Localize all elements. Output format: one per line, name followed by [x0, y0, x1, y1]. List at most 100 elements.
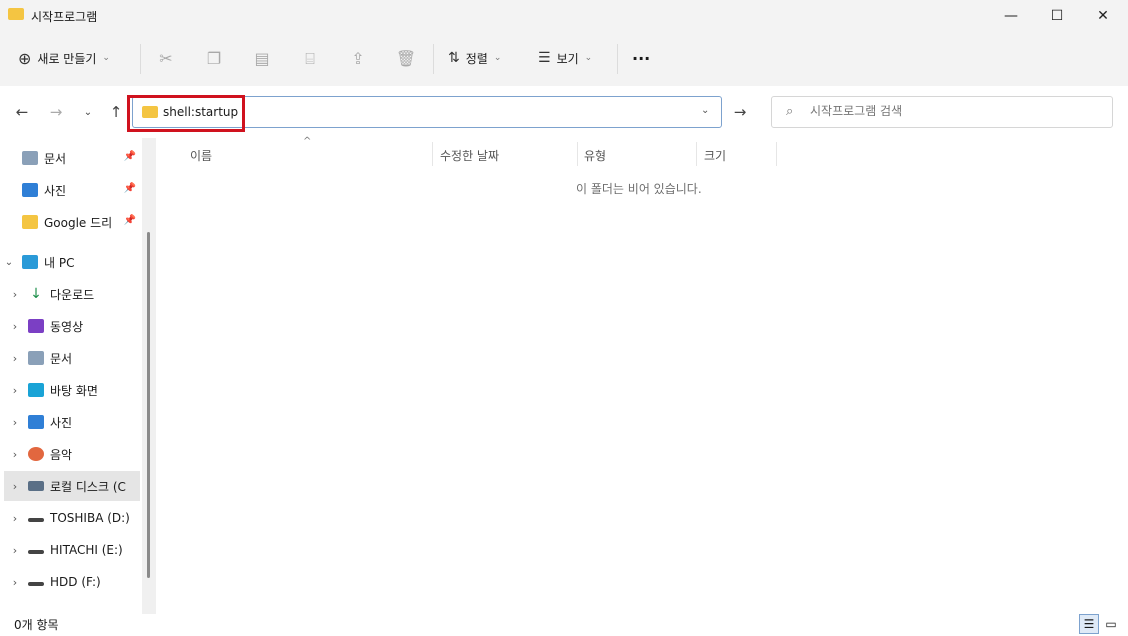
empty-folder-message: 이 폴더는 비어 있습니다. [576, 182, 702, 196]
share-icon[interactable]: ⇪ [346, 49, 370, 68]
sidebar-item-documents-pinned[interactable]: 문서 📌 [0, 143, 140, 173]
chevron-right-icon[interactable]: › [0, 448, 24, 461]
picture-icon [28, 415, 44, 429]
chevron-right-icon[interactable]: › [4, 480, 24, 493]
minimize-button[interactable]: — [988, 0, 1034, 32]
back-arrow-icon[interactable]: ← [10, 100, 34, 124]
pin-icon: 📌 [123, 215, 136, 226]
chevron-right-icon[interactable]: › [0, 544, 24, 557]
toolbar-divider [617, 44, 618, 74]
sidebar-item-label: 사진 [44, 183, 67, 198]
sidebar-item-google-drive[interactable]: Google 드리 📌 [0, 207, 140, 237]
close-button[interactable]: ✕ [1080, 0, 1126, 32]
column-divider[interactable] [776, 142, 777, 166]
drive-icon [28, 518, 44, 522]
details-view-icon[interactable]: ☰ [1079, 614, 1099, 634]
folder-icon [8, 8, 24, 20]
column-header-modified[interactable]: 수정한 날짜 [440, 144, 576, 166]
chevron-right-icon[interactable]: › [0, 352, 24, 365]
chevron-right-icon[interactable]: › [0, 320, 24, 333]
maximize-button[interactable]: ☐ [1034, 0, 1080, 32]
column-divider[interactable] [577, 142, 578, 166]
search-box[interactable]: ⌕ [771, 96, 1113, 128]
recent-chevron-icon[interactable]: ⌄ [76, 100, 100, 124]
sidebar-item-local-disk-c[interactable]: › 로컬 디스크 (C [4, 471, 140, 501]
sidebar-item-label: 동영상 [50, 319, 84, 334]
column-divider[interactable] [696, 142, 697, 166]
highlight-box [127, 95, 245, 132]
paste-icon[interactable]: ▤ [250, 49, 274, 68]
folder-icon [22, 215, 38, 229]
title-bar [0, 0, 1128, 32]
window-title: 시작프로그램 [31, 10, 98, 24]
item-count: 0개 항목 [14, 618, 59, 632]
view-lines-icon: ☰ [538, 50, 551, 66]
sidebar-item-label: 음악 [50, 447, 73, 462]
sidebar-item-this-pc[interactable]: ⌄ 내 PC [0, 247, 140, 277]
up-arrow-icon[interactable]: ↑ [104, 100, 128, 124]
chevron-right-icon[interactable]: › [0, 512, 24, 525]
view-button[interactable]: ☰ 보기 ⌄ [538, 42, 592, 74]
sidebar-item-label: 문서 [50, 351, 73, 366]
chevron-down-icon: ⌄ [584, 53, 593, 63]
sidebar-scrollbar[interactable] [147, 232, 150, 578]
sidebar-item-label: Google 드리 [44, 215, 113, 230]
column-header-name[interactable]: 이름 [190, 144, 430, 166]
sidebar-item-documents[interactable]: › 문서 [0, 343, 140, 373]
sidebar-item-label: 다운로드 [50, 287, 95, 302]
go-arrow-icon[interactable]: → [728, 100, 752, 124]
status-bar [0, 614, 1128, 636]
drive-icon [28, 550, 44, 554]
sidebar-item-downloads[interactable]: › ↓ 다운로드 [0, 279, 140, 309]
sidebar-item-hitachi-e[interactable]: › HITACHI (E:) [0, 535, 140, 565]
search-icon: ⌕ [786, 104, 794, 119]
column-header-size[interactable]: 크기 [704, 144, 774, 166]
search-input[interactable] [808, 103, 1102, 119]
sort-icon: ⇅ [448, 50, 460, 66]
column-header-type[interactable]: 유형 [584, 144, 694, 166]
sidebar-item-toshiba-d[interactable]: › TOSHIBA (D:) [0, 503, 140, 533]
document-icon [22, 151, 38, 165]
column-divider[interactable] [432, 142, 433, 166]
sidebar-item-desktop[interactable]: › 바탕 화면 [0, 375, 140, 405]
sidebar-item-hdd-f[interactable]: › HDD (F:) [0, 567, 140, 597]
toolbar-divider [140, 44, 141, 74]
music-icon [28, 447, 44, 461]
large-icons-view-icon[interactable]: ▭ [1101, 614, 1121, 634]
chevron-right-icon[interactable]: › [0, 288, 24, 301]
sidebar-item-label: 사진 [50, 415, 73, 430]
forward-arrow-icon[interactable]: → [44, 100, 68, 124]
chevron-right-icon[interactable]: › [0, 416, 24, 429]
download-icon: ↓ [30, 286, 42, 302]
chevron-right-icon[interactable]: › [0, 384, 24, 397]
video-icon [28, 319, 44, 333]
view-button-label: 보기 [556, 51, 579, 66]
copy-icon[interactable]: ❐ [202, 49, 226, 68]
drive-icon [28, 481, 44, 491]
sort-button[interactable]: ⇅ 정렬 ⌄ [448, 42, 501, 74]
chevron-down-icon[interactable]: ⌄ [0, 257, 18, 268]
chevron-down-icon: ⌄ [493, 53, 502, 63]
pin-icon: 📌 [123, 183, 136, 194]
pin-icon: 📌 [123, 151, 136, 162]
desktop-icon [28, 383, 44, 397]
cut-icon[interactable]: ✂ [154, 49, 178, 68]
toolbar-divider [433, 44, 434, 74]
sidebar-item-label: 문서 [44, 151, 67, 166]
delete-icon[interactable]: 🗑 [394, 49, 418, 68]
document-icon [28, 351, 44, 365]
drive-icon [28, 582, 44, 586]
chevron-down-icon[interactable]: ⌄ [701, 105, 709, 116]
chevron-right-icon[interactable]: › [0, 576, 24, 589]
sidebar-item-music[interactable]: › 음악 [0, 439, 140, 469]
sidebar-item-label: HDD (F:) [50, 575, 101, 589]
rename-icon[interactable]: ⌸ [298, 49, 322, 69]
sidebar-item-label: 바탕 화면 [50, 383, 98, 398]
sidebar-item-pictures-pinned[interactable]: 사진 📌 [0, 175, 140, 205]
sidebar-item-videos[interactable]: › 동영상 [0, 311, 140, 341]
more-options-button[interactable]: ··· [632, 42, 650, 74]
chevron-down-icon: ⌄ [102, 53, 110, 63]
sidebar-item-pictures[interactable]: › 사진 [0, 407, 140, 437]
sidebar-item-label: 로컬 디스크 (C [50, 479, 126, 494]
new-button[interactable]: ⊕ 새로 만들기 ⌄ [18, 42, 110, 74]
